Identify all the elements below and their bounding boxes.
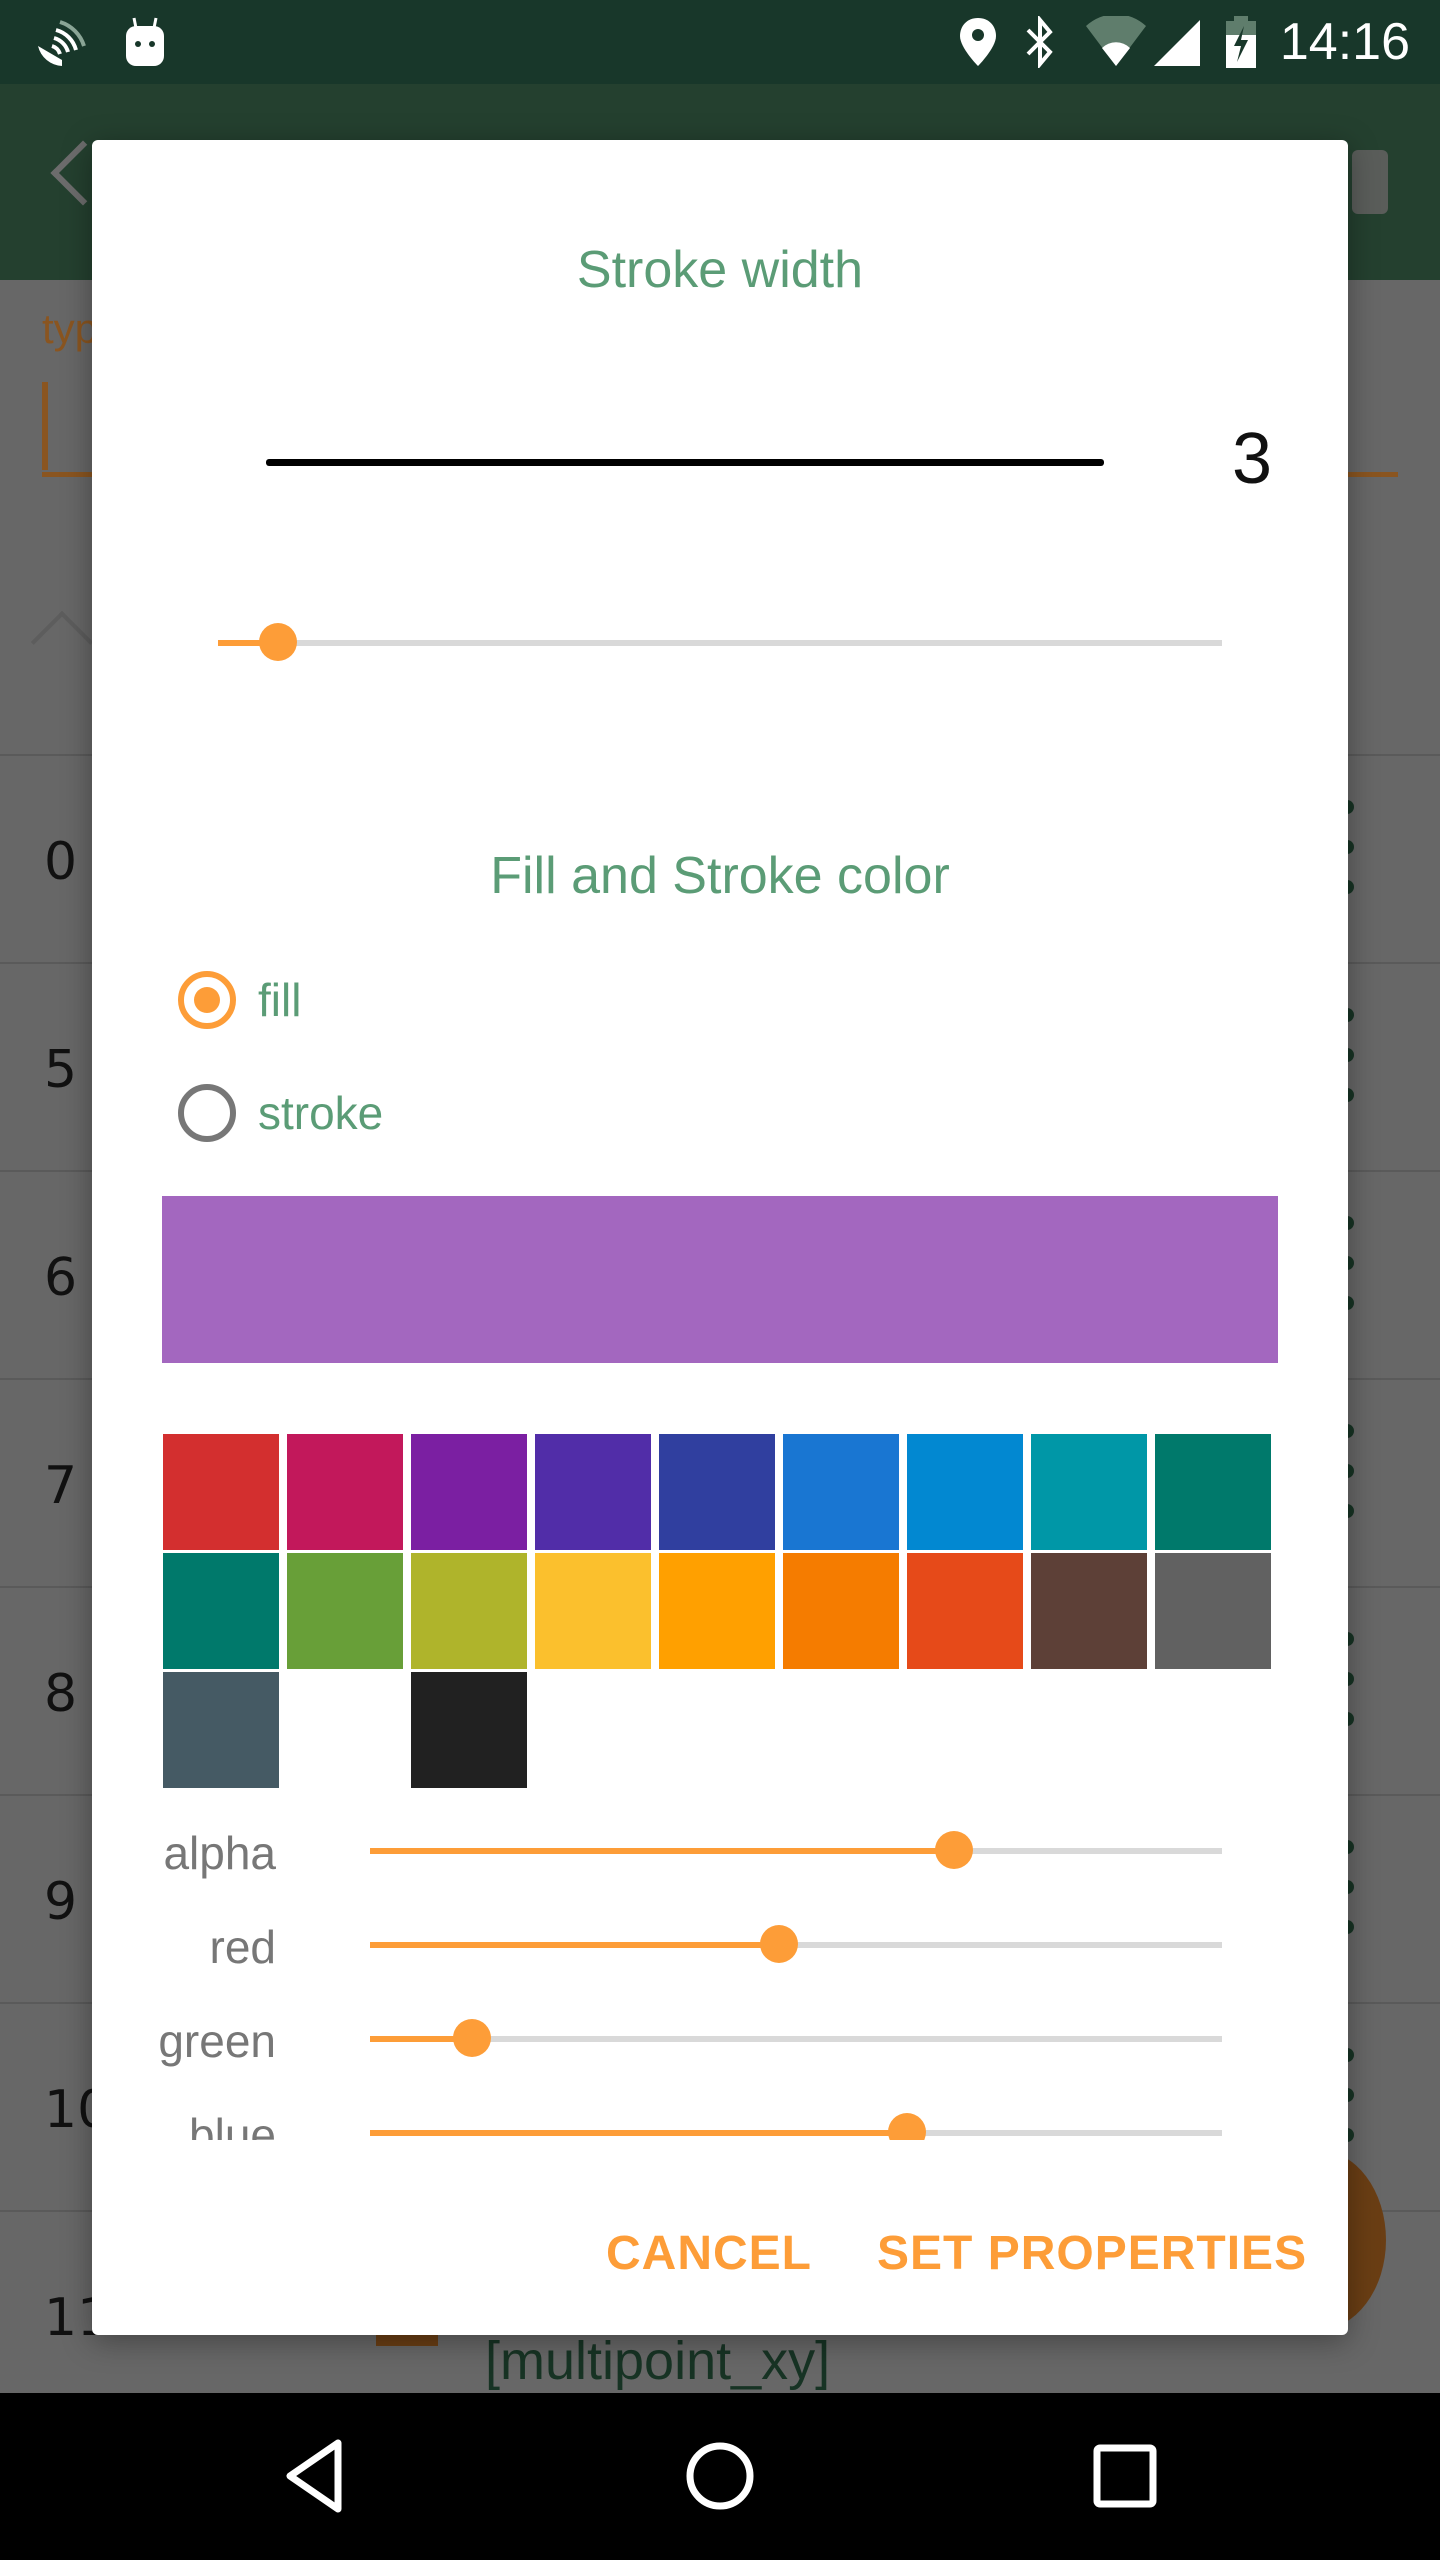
color-swatch[interactable] [411,1672,527,1788]
slider-track [218,640,1222,646]
status-time: 14:16 [1279,13,1410,71]
home-icon[interactable] [675,2431,765,2521]
green-slider[interactable] [370,2018,1222,2058]
list-item-number: 7 [44,1456,78,1516]
color-swatch[interactable] [411,1553,527,1669]
color-swatch[interactable] [1155,1553,1271,1669]
color-section-title: Fill and Stroke color [490,847,950,905]
blue-slider[interactable] [370,2112,1222,2140]
list-item-number: 8 [44,1664,78,1724]
slider-thumb[interactable] [759,1925,798,1963]
slider-thumb[interactable] [259,623,298,661]
text-cursor [42,382,48,470]
radio-fill[interactable]: fill [178,965,301,1035]
color-swatch[interactable] [163,1553,279,1669]
android-debug-icon [126,17,164,66]
scroll-clip: blue [92,2090,1348,2140]
blue-label: blue [189,2109,276,2140]
color-swatch[interactable] [659,1434,775,1550]
stroke-width-slider[interactable] [218,622,1222,662]
list-item-number: 6 [44,1248,78,1308]
slider-thumb[interactable] [453,2019,492,2057]
color-swatch[interactable] [287,1434,403,1550]
slider-fill [370,2130,907,2136]
list-item-number: 9 [44,1872,78,1932]
color-swatch[interactable] [163,1434,279,1550]
slider-track [370,2036,1222,2042]
stroke-preview-line [266,459,1104,466]
location-icon [960,18,996,66]
back-icon[interactable] [272,2431,362,2521]
properties-dialog: Stroke width 3 Fill and Stroke color fil… [92,140,1348,2335]
radio-label: stroke [258,1087,384,1139]
red-label: red [209,1921,276,1973]
battery-charging-icon [1226,16,1256,68]
dialog-actions: CANCEL SET PROPERTIES [92,2208,1348,2308]
color-swatch[interactable] [287,1672,403,1788]
slider-fill [370,1942,779,1948]
alpha-label: alpha [163,1827,276,1879]
bluetooth-icon [1026,16,1053,68]
color-swatch[interactable] [907,1553,1023,1669]
alpha-slider[interactable] [370,1830,1222,1870]
radio-label: fill [258,974,302,1026]
radio-button-unchecked-icon[interactable] [178,1084,236,1142]
set-properties-button[interactable]: SET PROPERTIES [877,2226,1307,2281]
blue-row: blue [92,2100,1348,2140]
color-swatch[interactable] [163,1672,279,1788]
slider-thumb[interactable] [887,2113,926,2140]
color-swatch[interactable] [535,1434,651,1550]
color-swatch[interactable] [1031,1434,1147,1550]
color-swatch[interactable] [411,1434,527,1550]
color-swatch[interactable] [783,1553,899,1669]
list-item-number: 5 [44,1040,78,1100]
list-item-text: [multipoint_xy] [485,2331,831,2391]
red-slider[interactable] [370,1924,1222,1964]
color-swatch[interactable] [1031,1553,1147,1669]
color-swatch[interactable] [659,1553,775,1669]
stroke-width-value: 3 [1232,419,1273,499]
radio-button-checked-icon[interactable] [178,971,236,1029]
color-swatch[interactable] [907,1434,1023,1550]
color-swatch[interactable] [1155,1434,1271,1550]
alpha-row: alpha [92,1818,1348,1888]
green-label: green [158,2015,276,2067]
recents-icon[interactable] [1080,2431,1170,2521]
color-swatch[interactable] [783,1434,899,1550]
radio-stroke[interactable]: stroke [178,1078,383,1148]
slider-fill [370,1848,954,1854]
cancel-button[interactable]: CANCEL [606,2226,812,2281]
signal-icon [1154,20,1200,66]
wifi-icon [1086,16,1146,66]
color-swatch[interactable] [535,1553,651,1669]
red-row: red [92,1912,1348,1982]
cast-icon [38,20,86,66]
field-label: typ [42,305,99,352]
color-swatch[interactable] [287,1553,403,1669]
navigation-bar [0,2393,1440,2560]
green-row: green [92,2006,1348,2076]
list-item-number: 0 [44,832,78,892]
stroke-width-title: Stroke width [576,241,864,299]
status-bar: 14:16 [0,0,1440,84]
color-preview [162,1196,1278,1363]
edit-icon [1352,150,1388,214]
slider-thumb[interactable] [934,1831,973,1869]
